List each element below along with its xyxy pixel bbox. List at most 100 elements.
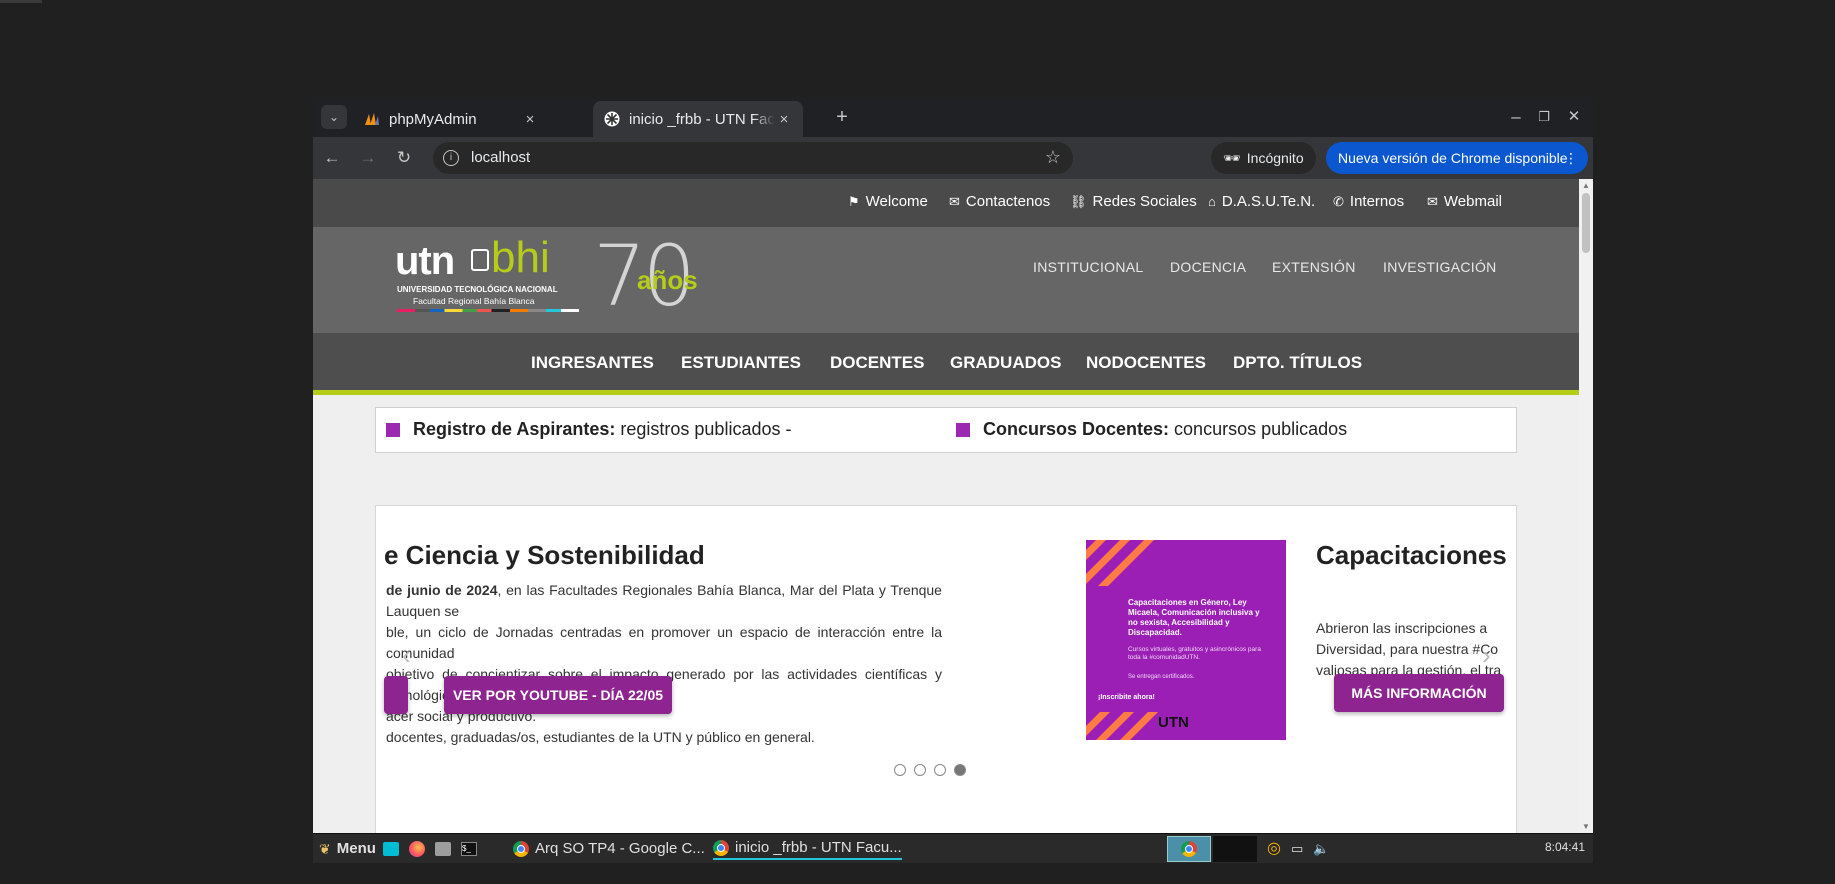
main-nav-institucional[interactable]: INSTITUCIONAL xyxy=(1033,259,1143,275)
carousel-next-icon[interactable]: › xyxy=(1482,640,1491,671)
bookmark-star-icon[interactable]: ☆ xyxy=(1045,147,1061,168)
firefox-icon[interactable] xyxy=(409,838,425,860)
tab-phpmyadmin[interactable]: phpMyAdmin × xyxy=(353,101,549,137)
taskbar-item-inicio-frbb[interactable]: inicio _frbb - UTN Facu... xyxy=(713,838,902,860)
envelope-icon: ✉ xyxy=(949,193,960,209)
tab-close-icon[interactable]: × xyxy=(521,111,539,128)
slide1-line: docentes, graduadas/os, estudiantes de l… xyxy=(386,729,815,745)
scroll-up-icon[interactable]: ▲ xyxy=(1582,181,1590,190)
chrome-icon xyxy=(713,840,729,856)
display-icon[interactable]: ▭ xyxy=(1291,838,1303,860)
workspace-1[interactable] xyxy=(1167,836,1211,862)
main-nav-docencia[interactable]: DOCENCIA xyxy=(1170,259,1246,275)
promo-cert: Se entregan certificados. xyxy=(1128,674,1195,680)
close-window-button[interactable]: ✕ xyxy=(1561,105,1587,129)
incognito-icon: 🕶 xyxy=(1223,150,1241,166)
carousel-dot[interactable] xyxy=(894,764,906,776)
browser-window: ⌄ phpMyAdmin × inicio _frbb - UTN Facul … xyxy=(313,97,1593,833)
mint-leaf-icon: ❦ xyxy=(319,841,331,857)
utn-bhi-logo[interactable]: utn bhi UNIVERSIDAD TECNOLÓGICA NACIONAL… xyxy=(395,227,735,325)
minimize-button[interactable]: – xyxy=(1503,105,1529,129)
update-manager-icon[interactable]: ◎ xyxy=(1267,838,1281,860)
youtube-button[interactable]: VER POR YOUTUBE - DÍA 22/05 xyxy=(444,676,672,714)
page-scrollbar[interactable]: ▲ ▼ xyxy=(1579,179,1593,833)
files-icon[interactable] xyxy=(435,838,451,860)
top-link-redes-sociales[interactable]: ⛓ Redes Sociales xyxy=(1070,193,1197,210)
tab-close-icon[interactable]: × xyxy=(775,111,793,128)
ticker-text: registros publicados - xyxy=(615,419,792,439)
nav-dpto-titulos[interactable]: DPTO. TÍTULOS xyxy=(1233,353,1362,373)
reload-button[interactable]: ↻ xyxy=(391,146,417,170)
top-link-label: Welcome xyxy=(865,193,928,210)
carousel-dot[interactable] xyxy=(934,764,946,776)
promo-image[interactable]: Capacitaciones en Género, Ley Micaela, C… xyxy=(1086,540,1286,740)
terminal-icon[interactable]: $_ xyxy=(461,838,477,860)
nav-graduados[interactable]: GRADUADOS xyxy=(950,353,1061,373)
taskbar-item-arq-so[interactable]: Arq SO TP4 - Google C... xyxy=(513,838,705,860)
nav-docentes[interactable]: DOCENTES xyxy=(830,353,924,373)
logo-seal-icon xyxy=(471,249,489,271)
promo-heading: Capacitaciones en Género, Ley Micaela, C… xyxy=(1128,598,1260,637)
mail-icon: ✉ xyxy=(1427,193,1438,209)
ticker-item-concursos[interactable]: Concursos Docentes: concursos publicados xyxy=(983,419,1347,440)
top-link-contactenos[interactable]: ✉ Contactenos xyxy=(949,193,1050,210)
scroll-down-icon[interactable]: ▼ xyxy=(1582,822,1590,831)
carousel-dot-active[interactable] xyxy=(954,764,966,776)
forward-button[interactable]: → xyxy=(355,146,381,170)
promo-sub: Cursos virtuales, gratuitos y asincrónic… xyxy=(1128,646,1261,661)
carousel-prev-icon[interactable]: ‹ xyxy=(402,640,411,671)
logo-utn: utn xyxy=(395,239,455,283)
slide1-date: de junio de 2024 xyxy=(386,582,498,598)
slide1-hidden-button[interactable] xyxy=(384,676,408,714)
back-button[interactable]: ← xyxy=(319,146,345,170)
tab-search-button[interactable]: ⌄ xyxy=(321,105,347,129)
volume-icon[interactable]: 🔈 xyxy=(1313,838,1329,860)
logo-line2: Facultad Regional Bahía Blanca xyxy=(413,296,535,306)
mas-informacion-button[interactable]: MÁS INFORMACIÓN xyxy=(1334,674,1504,712)
news-carousel: e Ciencia y Sostenibilidad de junio de 2… xyxy=(375,505,1517,833)
start-menu-button[interactable]: ❦ Menu xyxy=(319,838,376,860)
new-tab-button[interactable]: + xyxy=(829,105,855,129)
site-info-icon[interactable]: i xyxy=(443,150,459,166)
top-link-dasuten[interactable]: ⌂ D.A.S.U.Te.N. xyxy=(1208,193,1315,210)
ticker-bold: Registro de Aspirantes: xyxy=(413,419,616,439)
ticker-bold: Concursos Docentes: xyxy=(983,419,1170,439)
top-link-internos[interactable]: ✆ Internos xyxy=(1333,193,1404,210)
incognito-label: Incógnito xyxy=(1246,150,1304,166)
incognito-chip[interactable]: 🕶 Incógnito xyxy=(1211,142,1316,174)
menu-dots-icon[interactable]: ⋮ xyxy=(1564,142,1578,174)
clock: 8:04:41 xyxy=(1544,840,1585,854)
show-desktop-icon[interactable] xyxy=(383,838,399,860)
tab-inicio-frbb[interactable]: inicio _frbb - UTN Facul × xyxy=(593,101,803,137)
logo-color-stripe xyxy=(397,309,579,312)
ticker-bullet-icon xyxy=(956,423,970,437)
ticker-bullet-icon xyxy=(386,423,400,437)
top-link-label: Redes Sociales xyxy=(1092,193,1197,210)
address-bar[interactable]: i localhost ☆ xyxy=(433,142,1073,174)
top-link-label: Webmail xyxy=(1443,193,1502,210)
main-nav-extension[interactable]: EXTENSIÓN xyxy=(1272,259,1356,275)
carousel-dot[interactable] xyxy=(914,764,926,776)
top-link-welcome[interactable]: ⚑ Welcome xyxy=(848,193,928,210)
tab-title: phpMyAdmin xyxy=(389,110,477,128)
scrollbar-thumb[interactable] xyxy=(1582,193,1590,253)
home-icon: ⌂ xyxy=(1208,194,1216,209)
main-nav-investigacion[interactable]: INVESTIGACIÓN xyxy=(1383,259,1497,275)
tab-strip: ⌄ phpMyAdmin × inicio _frbb - UTN Facul … xyxy=(313,97,1593,137)
top-link-webmail[interactable]: ✉ Webmail xyxy=(1427,193,1502,210)
slide1-line: ble, un ciclo de Jornadas centradas en p… xyxy=(386,624,942,661)
nav-nodocentes[interactable]: NODOCENTES xyxy=(1086,353,1206,373)
flag-icon: ⚑ xyxy=(848,193,860,209)
chrome-update-button[interactable]: Nueva versión de Chrome disponible ⋮ xyxy=(1326,142,1588,174)
phone-icon: ✆ xyxy=(1333,193,1344,209)
slide2-line: Abrieron las inscripciones a xyxy=(1316,620,1488,636)
update-label: Nueva versión de Chrome disponible xyxy=(1338,150,1568,166)
nav-estudiantes[interactable]: ESTUDIANTES xyxy=(681,353,801,373)
workspace-2[interactable] xyxy=(1213,836,1257,862)
nav-ingresantes[interactable]: INGRESANTES xyxy=(531,353,654,373)
site-top-bar: ⚑ Welcome ✉ Contactenos ⛓ Redes Sociales ⌂ D… xyxy=(313,179,1579,227)
ticker-item-registro[interactable]: Registro de Aspirantes: registros public… xyxy=(413,419,791,440)
maximize-button[interactable]: ❐ xyxy=(1531,105,1557,129)
logo-line1: UNIVERSIDAD TECNOLÓGICA NACIONAL xyxy=(397,285,558,294)
logo-anos: años xyxy=(637,265,698,295)
